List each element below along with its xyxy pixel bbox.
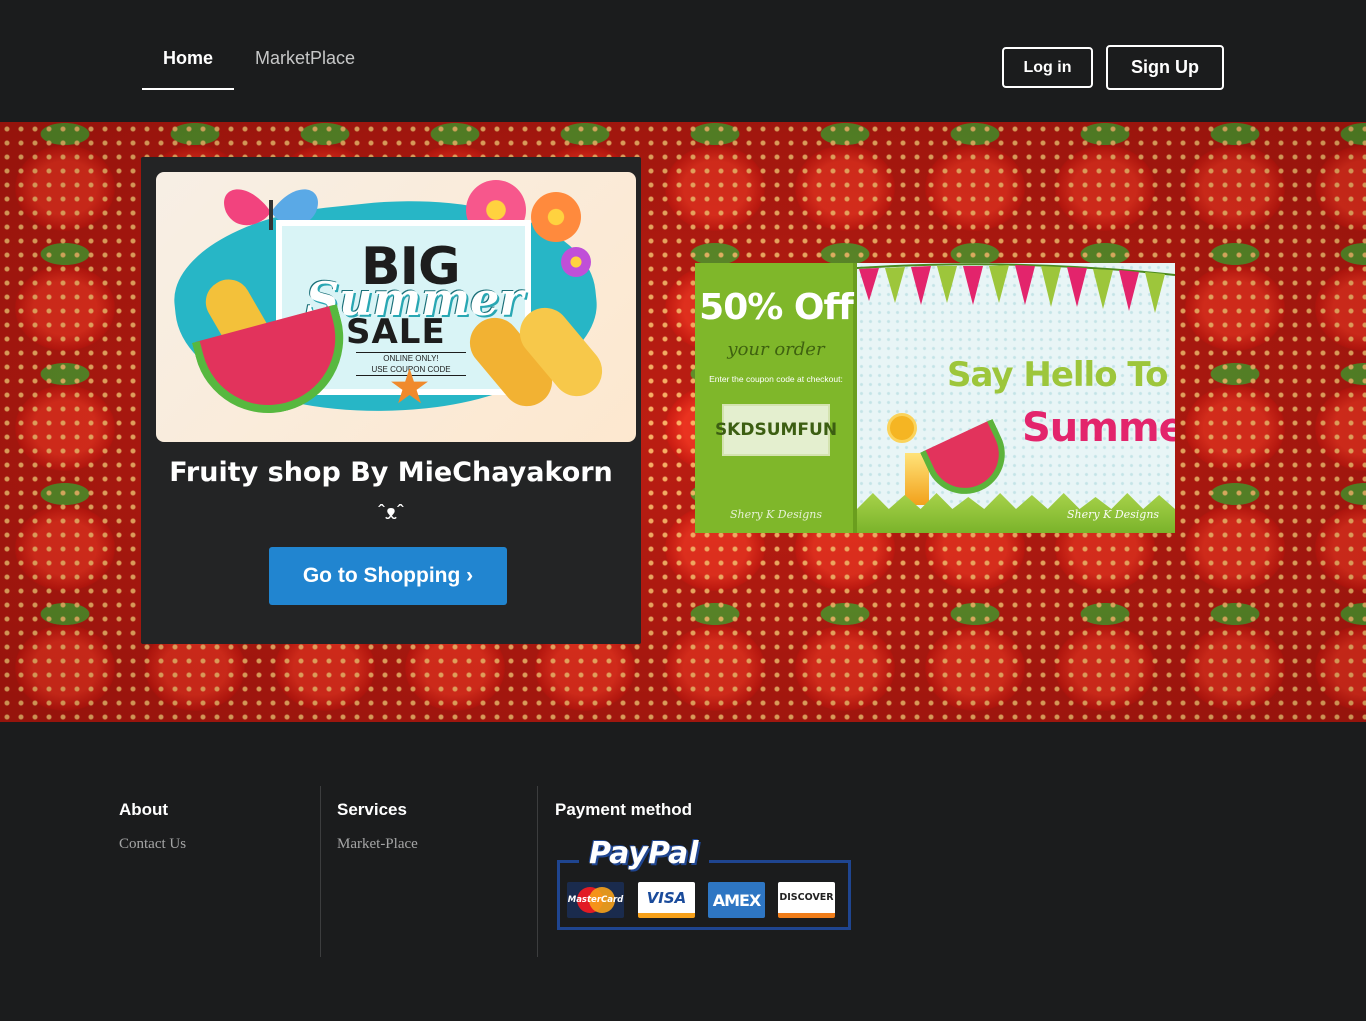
hero-strawberry-background: BIG Summer SALE ONLINE ONLY! USE COUPON … [0,122,1366,722]
nav-home-link[interactable]: Home [142,48,234,90]
flower-icon [531,192,581,242]
login-button[interactable]: Log in [1002,47,1093,88]
discount-text: 50% Off [699,287,854,328]
top-nav: Home MarketPlace Log in Sign Up [0,0,1366,122]
coupon-code: SKDSUMFUN [715,404,837,456]
discover-icon: DISCOVER [778,882,835,918]
paypal-wordmark: PayPal [579,836,709,871]
sale-text: SALE [346,312,446,352]
mastercard-icon: MasterCard [567,882,624,918]
nav-marketplace-link[interactable]: MarketPlace [255,48,355,69]
amex-icon: AMEX [708,882,765,918]
paypal-logo: PayPal MasterCard VISA AMEX DISCOVER [555,836,851,930]
footer-payment-column: Payment method PayPal MasterCard VISA AM… [537,786,877,957]
lemon-icon [887,413,917,443]
footer-about-column: About Contact Us [119,786,319,957]
bunting-icon [857,263,1175,313]
go-to-shopping-button[interactable]: Go to Shopping › [269,547,507,605]
mastercard-label: MasterCard [567,895,624,905]
coupon-banner: 50% Off your order Enter the coupon code… [695,263,1175,533]
footer-services-column: Services Market-Place [320,786,537,957]
kaomoji: ˆᴥˆ [378,502,404,524]
starfish-icon: ★ [388,361,432,414]
visa-icon: VISA [638,882,695,918]
shop-title: Fruity shop By MieChayakorn [169,457,613,488]
designer-signature: Shery K Designs [729,508,823,521]
coupon-left-panel: 50% Off your order Enter the coupon code… [695,263,857,533]
coupon-right-panel: Say Hello To Summer Shery K Designs [857,263,1175,533]
summer-heading: Summer [1022,405,1175,451]
about-heading: About [119,800,169,819]
flower-icon [561,247,591,277]
market-place-link[interactable]: Market-Place [337,836,537,853]
designer-signature: Shery K Designs [1067,508,1160,521]
watermelon-icon [920,418,1018,508]
your-order-text: your order [727,339,825,360]
contact-us-link[interactable]: Contact Us [119,836,319,853]
big-summer-sale-image: BIG Summer SALE ONLINE ONLY! USE COUPON … [156,172,636,442]
footer: About Contact Us Services Market-Place P… [0,722,1366,1021]
shop-card: BIG Summer SALE ONLINE ONLY! USE COUPON … [141,157,641,644]
say-hello-text: Say Hello To [947,355,1168,395]
services-heading: Services [337,800,407,819]
enter-code-text: Enter the coupon code at checkout: [709,374,843,384]
signup-button[interactable]: Sign Up [1106,45,1224,90]
payment-heading: Payment method [555,800,692,819]
